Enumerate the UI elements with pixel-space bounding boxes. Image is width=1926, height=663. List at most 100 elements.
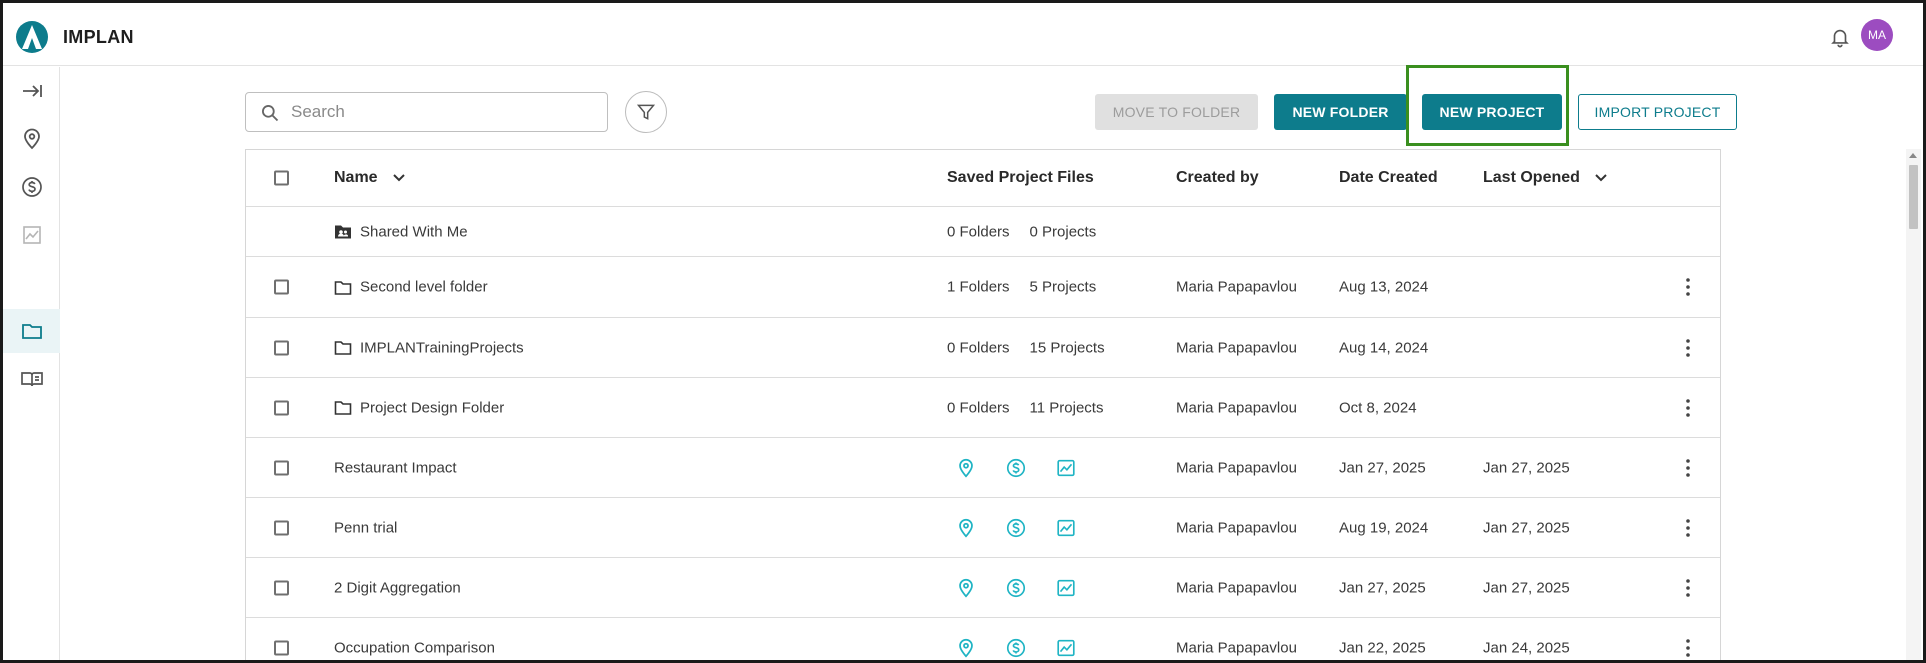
filter-button[interactable] bbox=[625, 91, 667, 133]
chevron-down-icon bbox=[392, 174, 405, 182]
sidebar-item-projects[interactable] bbox=[3, 309, 60, 353]
search-box[interactable] bbox=[245, 92, 608, 132]
row-name[interactable]: Restaurant Impact bbox=[334, 459, 457, 476]
folders-count: 0 Folders bbox=[947, 399, 1010, 416]
move-to-folder-button[interactable]: MOVE TO FOLDER bbox=[1095, 94, 1258, 130]
row-menu-button[interactable] bbox=[1678, 398, 1698, 417]
sidebar-item-results[interactable] bbox=[3, 213, 60, 257]
date-created: Jan 27, 2025 bbox=[1339, 459, 1426, 476]
created-by: Maria Papapavlou bbox=[1176, 399, 1297, 416]
results-file-chart-icon[interactable] bbox=[1055, 577, 1077, 599]
table-row-project[interactable]: Restaurant Impact Maria Papapavlou Jan 2… bbox=[246, 438, 1720, 498]
folder-icon bbox=[334, 280, 352, 295]
import-project-button[interactable]: IMPORT PROJECT bbox=[1578, 94, 1737, 130]
sidebar bbox=[3, 67, 60, 660]
last-opened: Jan 27, 2025 bbox=[1483, 519, 1570, 536]
impacts-file-dollar-icon[interactable] bbox=[1005, 457, 1027, 479]
date-created: Aug 14, 2024 bbox=[1339, 339, 1429, 356]
last-opened: Jan 27, 2025 bbox=[1483, 579, 1570, 596]
table-row-project[interactable]: Penn trial Maria Papapavlou Aug 19, 2024… bbox=[246, 498, 1720, 558]
book-icon bbox=[20, 372, 43, 387]
scrollbar-thumb[interactable] bbox=[1909, 165, 1918, 229]
row-checkbox[interactable] bbox=[274, 640, 289, 655]
column-header-name[interactable]: Name bbox=[334, 169, 406, 187]
regions-file-pin-icon[interactable] bbox=[955, 637, 977, 659]
created-by: Maria Papapavlou bbox=[1176, 278, 1297, 296]
results-file-chart-icon[interactable] bbox=[1055, 517, 1077, 539]
row-name[interactable]: Second level folder bbox=[360, 279, 488, 296]
new-project-button[interactable]: NEW PROJECT bbox=[1422, 94, 1562, 130]
row-name[interactable]: Occupation Comparison bbox=[334, 639, 495, 656]
column-header-date-created: Date Created bbox=[1339, 169, 1438, 186]
date-created: Oct 8, 2024 bbox=[1339, 399, 1417, 416]
table-row-shared[interactable]: Shared With Me 0 Folders 0 Projects bbox=[246, 207, 1720, 257]
impacts-file-dollar-icon[interactable] bbox=[1005, 517, 1027, 539]
projects-count: 0 Projects bbox=[1029, 223, 1097, 240]
row-name[interactable]: 2 Digit Aggregation bbox=[334, 579, 461, 596]
kebab-menu-icon bbox=[1686, 578, 1690, 597]
results-file-chart-icon[interactable] bbox=[1055, 457, 1077, 479]
date-created: Jan 27, 2025 bbox=[1339, 579, 1426, 596]
row-name[interactable]: Penn trial bbox=[334, 519, 397, 536]
table-row-folder[interactable]: IMPLANTrainingProjects 0 Folders 15 Proj… bbox=[246, 318, 1720, 378]
sidebar-item-regions[interactable] bbox=[3, 117, 60, 161]
sidebar-item-impacts[interactable] bbox=[3, 165, 60, 209]
kebab-menu-icon bbox=[1686, 398, 1690, 417]
scroll-up-arrow-icon[interactable] bbox=[1909, 153, 1917, 158]
impacts-file-dollar-icon[interactable] bbox=[1005, 637, 1027, 659]
row-menu-button[interactable] bbox=[1678, 278, 1698, 296]
row-checkbox[interactable] bbox=[274, 580, 289, 595]
app-title: IMPLAN bbox=[63, 27, 134, 47]
notifications-bell-icon[interactable] bbox=[1829, 26, 1851, 48]
sidebar-item-expand[interactable] bbox=[3, 69, 60, 113]
folder-icon bbox=[334, 341, 352, 355]
row-name[interactable]: Project Design Folder bbox=[360, 399, 504, 416]
row-checkbox[interactable] bbox=[274, 279, 289, 295]
table-header: Name Saved Project Files Created by Date… bbox=[246, 150, 1720, 207]
row-name[interactable]: IMPLANTrainingProjects bbox=[360, 339, 524, 356]
new-folder-button[interactable]: NEW FOLDER bbox=[1274, 94, 1407, 130]
row-menu-button[interactable] bbox=[1678, 638, 1698, 657]
folder-icon bbox=[21, 324, 42, 339]
last-opened: Jan 24, 2025 bbox=[1483, 639, 1570, 656]
sidebar-item-library[interactable] bbox=[3, 357, 60, 401]
date-created: Jan 22, 2025 bbox=[1339, 639, 1426, 656]
table-row-folder[interactable]: Project Design Folder 0 Folders 11 Proje… bbox=[246, 378, 1720, 438]
row-checkbox[interactable] bbox=[274, 460, 289, 475]
row-name: Shared With Me bbox=[360, 223, 468, 240]
row-checkbox[interactable] bbox=[274, 400, 289, 415]
search-input[interactable] bbox=[291, 93, 591, 131]
table-row-project[interactable]: 2 Digit Aggregation Maria Papapavlou Jan… bbox=[246, 558, 1720, 618]
date-created: Aug 19, 2024 bbox=[1339, 519, 1429, 536]
row-checkbox[interactable] bbox=[274, 520, 289, 535]
vertical-scrollbar[interactable] bbox=[1906, 149, 1921, 660]
regions-file-pin-icon[interactable] bbox=[955, 517, 977, 539]
created-by: Maria Papapavlou bbox=[1176, 639, 1297, 656]
folders-count: 1 Folders bbox=[947, 278, 1010, 296]
table-row-project[interactable]: Occupation Comparison Maria Papapavlou J… bbox=[246, 618, 1720, 660]
column-name-label: Name bbox=[334, 169, 378, 186]
row-checkbox[interactable] bbox=[274, 340, 289, 355]
row-menu-button[interactable] bbox=[1678, 458, 1698, 477]
column-header-last-opened[interactable]: Last Opened bbox=[1483, 169, 1608, 187]
table-row-folder[interactable]: Second level folder 1 Folders 5 Projects… bbox=[246, 257, 1720, 318]
impacts-file-dollar-icon[interactable] bbox=[1005, 577, 1027, 599]
regions-file-pin-icon[interactable] bbox=[955, 457, 977, 479]
projects-count: 15 Projects bbox=[1029, 339, 1105, 356]
regions-file-pin-icon[interactable] bbox=[955, 577, 977, 599]
created-by: Maria Papapavlou bbox=[1176, 579, 1297, 596]
select-all-checkbox[interactable] bbox=[274, 170, 289, 186]
user-avatar[interactable]: MA bbox=[1861, 19, 1893, 51]
folders-count: 0 Folders bbox=[947, 223, 1010, 240]
shared-folder-icon bbox=[335, 225, 351, 239]
date-created: Aug 13, 2024 bbox=[1339, 278, 1429, 296]
row-menu-button[interactable] bbox=[1678, 518, 1698, 537]
results-file-chart-icon[interactable] bbox=[1055, 637, 1077, 659]
implan-logo-icon[interactable] bbox=[15, 20, 49, 54]
column-header-created-by: Created by bbox=[1176, 169, 1259, 186]
arrow-right-bar-icon bbox=[22, 85, 42, 97]
row-menu-button[interactable] bbox=[1678, 578, 1698, 597]
row-menu-button[interactable] bbox=[1678, 338, 1698, 357]
kebab-menu-icon bbox=[1686, 458, 1690, 477]
kebab-menu-icon bbox=[1686, 638, 1690, 657]
